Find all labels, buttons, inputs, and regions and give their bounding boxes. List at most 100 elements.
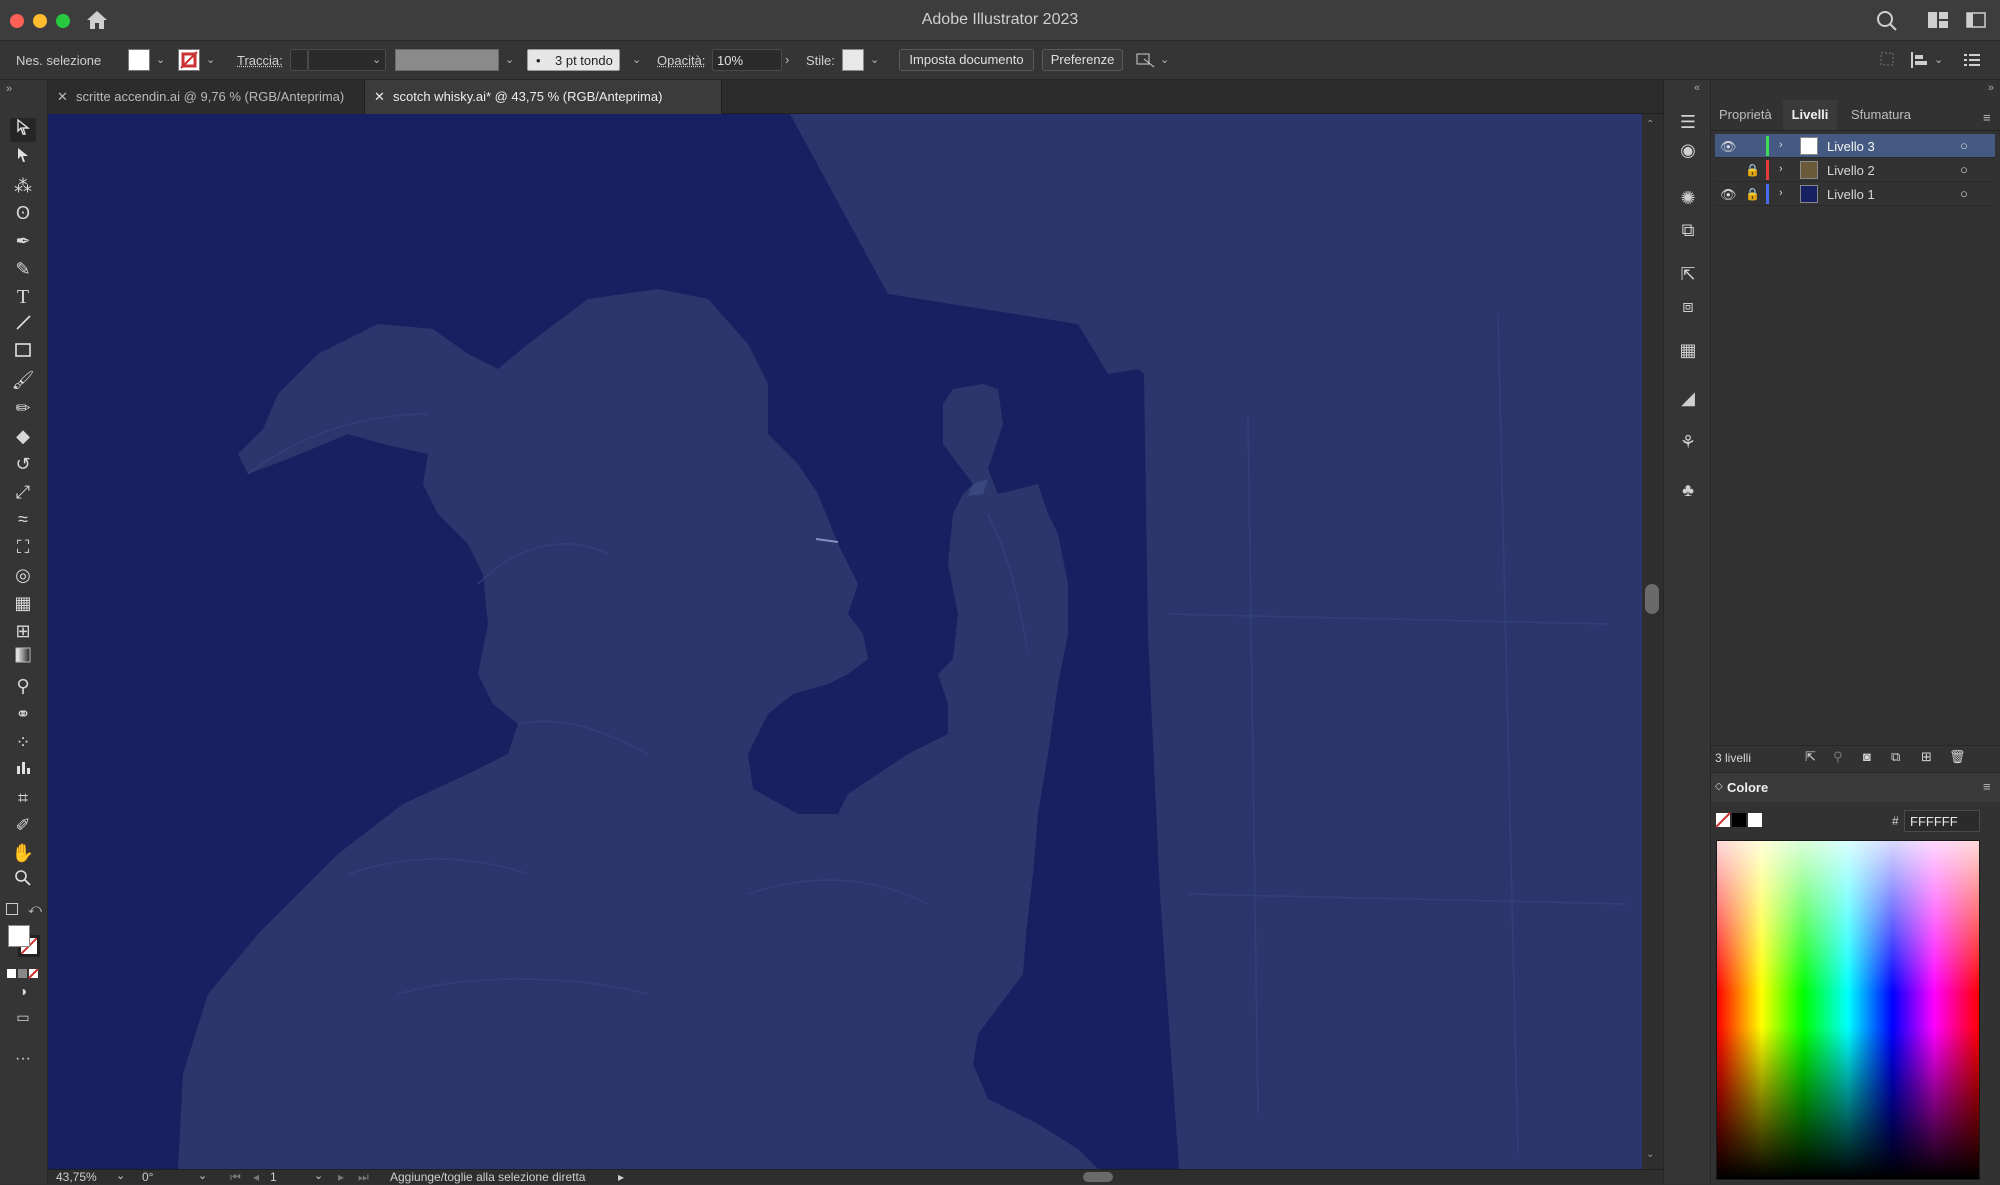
brush-definition[interactable]: • 3 pt tondo	[527, 49, 620, 71]
transform-icon[interactable]: ⧉	[1676, 218, 1700, 242]
tab-gradient[interactable]: Sfumatura	[1851, 100, 1921, 130]
chevron-right-icon[interactable]: ›	[1779, 139, 1783, 151]
chevron-down-icon[interactable]: ⌄	[1160, 53, 1169, 66]
hex-input[interactable]: FFFFFF	[1904, 810, 1980, 832]
chevron-down-icon[interactable]: ⌄	[1934, 53, 1943, 66]
close-tab-icon[interactable]: ✕	[57, 80, 68, 114]
tab-document-active[interactable]: ✕ scotch whisky.ai* @ 43,75 % (RGB/Antep…	[364, 80, 722, 114]
isolate-icon[interactable]	[1880, 52, 1894, 69]
brushes-icon[interactable]: ⚘	[1676, 430, 1700, 454]
eraser-tool-icon[interactable]: ◆	[10, 424, 36, 448]
document-setup-button[interactable]: Imposta documento	[899, 49, 1034, 71]
eye-icon[interactable]: 👁	[1720, 139, 1737, 155]
chevron-right-icon[interactable]: ›	[1779, 163, 1783, 175]
line-tool-icon[interactable]	[10, 313, 36, 337]
next-artboard-icon[interactable]: ▸	[338, 1170, 344, 1184]
vertical-scrollbar[interactable]: ⌃ ⌄	[1642, 114, 1663, 1169]
search-icon[interactable]	[1876, 10, 1898, 35]
graph-tool-icon[interactable]	[10, 758, 36, 782]
stroke-label[interactable]: Traccia:	[237, 53, 283, 68]
layer-row-livello-1[interactable]: 👁 🔒 › Livello 1 ○	[1715, 182, 1995, 206]
menu-list-icon[interactable]	[1964, 53, 1980, 70]
default-colors-icon[interactable]	[6, 903, 18, 915]
transparency-icon[interactable]: ◢	[1676, 386, 1700, 410]
preferences-button[interactable]: Preferenze	[1042, 49, 1123, 71]
tab-properties[interactable]: Proprietà	[1719, 100, 1781, 130]
color-spectrum-picker[interactable]	[1716, 840, 1980, 1180]
collapse-icon[interactable]: »	[1988, 82, 1994, 94]
panel-layout-icon[interactable]	[1966, 12, 1986, 31]
zoom-level[interactable]: 43,75%	[56, 1170, 97, 1184]
rotation-value[interactable]: 0°	[142, 1170, 153, 1184]
properties-icon[interactable]: ☰	[1676, 110, 1700, 134]
tab-layers[interactable]: Livelli	[1783, 100, 1837, 130]
chevron-down-icon[interactable]: ⌄	[632, 53, 641, 66]
shape-builder-tool-icon[interactable]: ◎	[10, 563, 36, 587]
artwork[interactable]	[48, 114, 1642, 1169]
curvature-tool-icon[interactable]: ✎	[10, 257, 36, 281]
color-quick-swatches[interactable]	[1715, 812, 1764, 831]
pen-tool-icon[interactable]: ✒	[10, 229, 36, 253]
draw-mode-icon[interactable]: ◑	[10, 979, 36, 1003]
opacity-input[interactable]: 10%	[712, 49, 782, 71]
artboard-tool-icon[interactable]: ⌗	[10, 786, 36, 810]
symbols-icon[interactable]: ♣	[1676, 478, 1700, 502]
collapse-arrow-icon[interactable]: ◇	[1715, 781, 1723, 792]
scrollbar-thumb[interactable]	[1645, 584, 1659, 614]
more-tools-icon[interactable]: ···	[10, 1047, 36, 1071]
chevron-right-icon[interactable]: ›	[785, 52, 789, 67]
panel-menu-icon[interactable]: ≡	[1983, 779, 1991, 794]
rectangle-tool-icon[interactable]	[10, 341, 36, 365]
lock-icon[interactable]: 🔒	[1745, 163, 1760, 177]
scroll-up-icon[interactable]: ⌃	[1646, 119, 1654, 130]
variable-width-profile[interactable]	[395, 49, 499, 71]
appearance-icon[interactable]: ◉	[1676, 138, 1700, 162]
workspace-switcher-icon[interactable]	[1928, 12, 1948, 31]
target-circle-icon[interactable]: ○	[1960, 162, 1968, 177]
align-icon[interactable]	[1910, 52, 1928, 71]
color-panel-title[interactable]: Colore	[1727, 780, 1768, 795]
chevron-down-icon[interactable]: ⌄	[116, 1169, 125, 1182]
clipping-mask-icon[interactable]: ◙	[1863, 749, 1871, 764]
fill-swatch[interactable]	[128, 49, 150, 71]
export-icon[interactable]: ⇱	[1676, 262, 1700, 286]
chevron-down-icon[interactable]: ⌄	[505, 53, 514, 66]
symbol-sprayer-tool-icon[interactable]: ⁘	[10, 730, 36, 754]
swap-colors-icon[interactable]: ⤺	[28, 901, 42, 917]
chevron-down-icon[interactable]: ⌄	[314, 1169, 323, 1182]
chevron-down-icon[interactable]: ⌄	[156, 53, 165, 66]
scroll-down-icon[interactable]: ⌄	[1646, 1149, 1654, 1160]
width-tool-icon[interactable]: ≈	[10, 507, 36, 531]
graphic-style-swatch[interactable]	[842, 49, 864, 71]
rotate-tool-icon[interactable]: ↺	[10, 452, 36, 476]
artboard-canvas[interactable]	[48, 114, 1642, 1169]
target-circle-icon[interactable]: ○	[1960, 186, 1968, 201]
tab-document[interactable]: ✕ scritte accendin.ai @ 9,76 % (RGB/Ante…	[48, 80, 364, 114]
export-layer-icon[interactable]: ⇱	[1805, 749, 1816, 765]
chevron-down-icon[interactable]: ⌄	[206, 53, 215, 66]
collapse-icon[interactable]: «	[1694, 82, 1700, 94]
horizontal-scrollbar-thumb[interactable]	[1083, 1172, 1113, 1182]
locate-object-icon[interactable]: ⚲	[1833, 749, 1843, 765]
hand-tool-icon[interactable]: ✋	[10, 841, 36, 865]
layer-row-livello-3[interactable]: 👁 › Livello 3 ○	[1715, 134, 1995, 158]
magic-wand-tool-icon[interactable]: ⁂	[10, 174, 36, 198]
free-transform-tool-icon[interactable]: ⛶	[10, 535, 36, 559]
chevron-down-icon[interactable]: ⌄	[372, 53, 381, 66]
new-layer-icon[interactable]: ⊞	[1921, 749, 1932, 765]
chevron-right-icon[interactable]: ▸	[618, 1170, 624, 1184]
type-tool-icon[interactable]: T	[10, 285, 36, 309]
artboard-number[interactable]: 1	[270, 1170, 277, 1184]
blend-tool-icon[interactable]: ⚭	[10, 702, 36, 726]
paintbrush-tool-icon[interactable]: 🖌	[10, 368, 36, 392]
chevron-right-icon[interactable]: ›	[1779, 187, 1783, 199]
close-tab-icon[interactable]: ✕	[374, 80, 385, 114]
panel-menu-icon[interactable]: ≡	[1983, 110, 1991, 125]
stroke-swatch[interactable]	[178, 49, 200, 71]
mesh-tool-icon[interactable]: ⊞	[10, 619, 36, 643]
new-sublayer-icon[interactable]: ⧉	[1891, 749, 1900, 765]
swatches-icon[interactable]: ▦	[1676, 338, 1700, 362]
last-artboard-icon[interactable]: ⏭	[358, 1170, 369, 1185]
slice-tool-icon[interactable]: ✐	[10, 813, 36, 837]
pencil-tool-icon[interactable]: ✏	[10, 396, 36, 420]
